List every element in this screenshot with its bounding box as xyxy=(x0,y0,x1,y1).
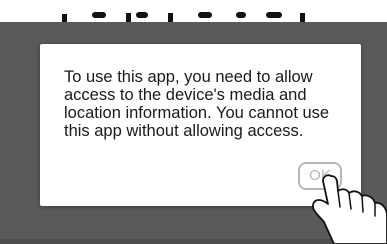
permission-message: To use this app, you need to allow acces… xyxy=(64,68,330,140)
cropped-header-lettering xyxy=(62,12,305,22)
cropped-header-strip xyxy=(0,0,387,22)
permission-dialog: To use this app, you need to allow acces… xyxy=(40,44,361,206)
ok-button[interactable]: OK xyxy=(298,162,342,190)
screen-bottom-edge xyxy=(0,239,387,244)
